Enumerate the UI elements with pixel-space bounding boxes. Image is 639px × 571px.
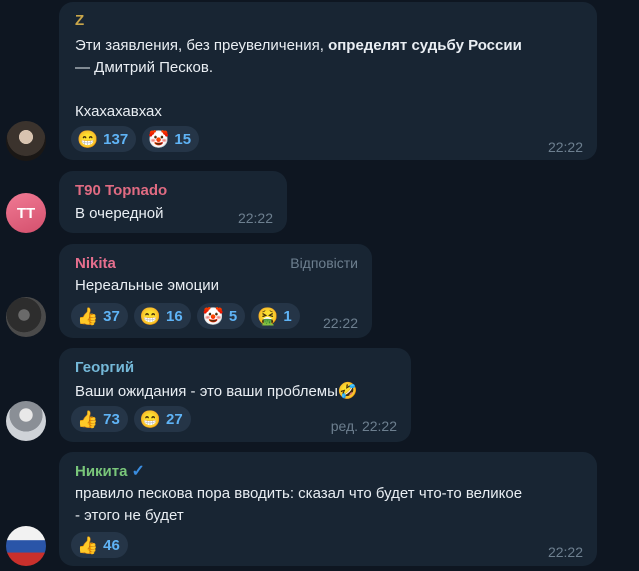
reaction-grin[interactable]: 😁 137 xyxy=(71,126,137,152)
message-author[interactable]: Z xyxy=(75,12,84,29)
thumbs-up-emoji-icon: 👍 xyxy=(77,306,99,326)
message-bubble[interactable]: Z Эти заявления, без преувеличения, опре… xyxy=(59,2,597,160)
vomit-emoji-icon: 🤮 xyxy=(257,306,279,326)
reaction-thumbs-up[interactable]: 👍 73 xyxy=(71,406,128,432)
reaction-grin[interactable]: 😁 27 xyxy=(133,406,191,432)
message-text: Ваши ожидания - это ваши проблемы xyxy=(75,383,338,400)
clown-emoji-icon: 🤡 xyxy=(202,306,224,326)
reaction-grin[interactable]: 😁 16 xyxy=(133,303,191,329)
avatar[interactable] xyxy=(6,401,46,441)
message-author[interactable]: Nikita xyxy=(75,255,116,272)
message-author-line: Никита ✓ xyxy=(75,461,145,481)
avatar[interactable]: TT xyxy=(6,193,46,233)
message-author[interactable]: Георгий xyxy=(75,359,134,376)
reaction-thumbs-up[interactable]: 👍 37 xyxy=(71,303,128,329)
message-text: Нереальные эмоции xyxy=(75,277,220,294)
reactions-bar: 👍 37 😁 16 🤡 5 🤮 1 xyxy=(71,303,300,329)
message-timestamp: 22:22 xyxy=(322,315,358,331)
grin-emoji-icon: 😁 xyxy=(139,409,162,429)
thumbs-up-emoji-icon: 👍 xyxy=(77,535,99,555)
reply-button[interactable]: Відповісти xyxy=(290,255,358,271)
reaction-count: 37 xyxy=(103,307,120,325)
grin-emoji-icon: 😁 xyxy=(77,129,99,149)
message-author[interactable]: T90 Topnado xyxy=(75,182,167,199)
message-bubble[interactable]: Георгий Ваши ожидания - это ваши проблем… xyxy=(59,348,411,442)
rofl-emoji-icon: 🤣 xyxy=(337,383,358,400)
reaction-thumbs-up[interactable]: 👍 46 xyxy=(71,532,128,558)
message-text: правило пескова пора вводить: сказал что… xyxy=(75,485,523,502)
message-text: Кхахахавхах xyxy=(75,103,162,120)
message-bubble[interactable]: Nikita Відповісти Нереальные эмоции 👍 37 … xyxy=(59,244,372,338)
reactions-bar: 😁 137 🤡 15 xyxy=(71,126,200,152)
reaction-clown[interactable]: 🤡 15 xyxy=(142,126,200,152)
reactions-bar: 👍 46 xyxy=(71,532,128,558)
clown-emoji-icon: 🤡 xyxy=(148,129,170,149)
message-bubble[interactable]: Никита ✓ правило пескова пора вводить: ск… xyxy=(59,452,597,566)
reaction-count: 46 xyxy=(103,536,120,554)
message-text-line: Ваши ожидания - это ваши проблемы🤣 xyxy=(75,381,358,401)
avatar[interactable] xyxy=(6,526,46,566)
message-text: - этого не будет xyxy=(75,507,184,524)
message-author[interactable]: Никита xyxy=(75,463,127,480)
message-timestamp: 22:22 xyxy=(237,210,273,226)
message-timestamp: ред. 22:22 xyxy=(330,418,397,434)
avatar[interactable] xyxy=(6,121,46,161)
message-text: — Дмитрий Песков. xyxy=(75,59,213,76)
reaction-count: 15 xyxy=(174,130,192,148)
message-timestamp: 22:22 xyxy=(547,544,583,560)
reaction-count: 1 xyxy=(283,307,292,325)
reaction-clown[interactable]: 🤡 5 xyxy=(196,303,246,329)
avatar[interactable] xyxy=(6,297,46,337)
reaction-count: 5 xyxy=(228,307,238,325)
message-text: В очередной xyxy=(75,205,164,222)
message-text: Эти заявления, без преувеличения, xyxy=(75,37,329,54)
reaction-vomit[interactable]: 🤮 1 xyxy=(251,303,300,329)
grin-emoji-icon: 😁 xyxy=(139,306,162,326)
message-bubble[interactable]: T90 Topnado В очередной 22:22 xyxy=(59,171,287,233)
reaction-count: 73 xyxy=(103,410,120,428)
avatar-initials: TT xyxy=(16,204,36,222)
reaction-count: 137 xyxy=(103,130,129,148)
reaction-count: 27 xyxy=(166,410,183,428)
reaction-count: 16 xyxy=(166,307,183,325)
message-text-bold: определят судьбу России xyxy=(328,37,522,54)
message-text-line: Эти заявления, без преувеличения, опреде… xyxy=(75,37,522,54)
thumbs-up-emoji-icon: 👍 xyxy=(77,409,99,429)
message-timestamp: 22:22 xyxy=(547,139,583,155)
reactions-bar: 👍 73 😁 27 xyxy=(71,406,191,432)
verified-check-icon: ✓ xyxy=(131,463,145,480)
